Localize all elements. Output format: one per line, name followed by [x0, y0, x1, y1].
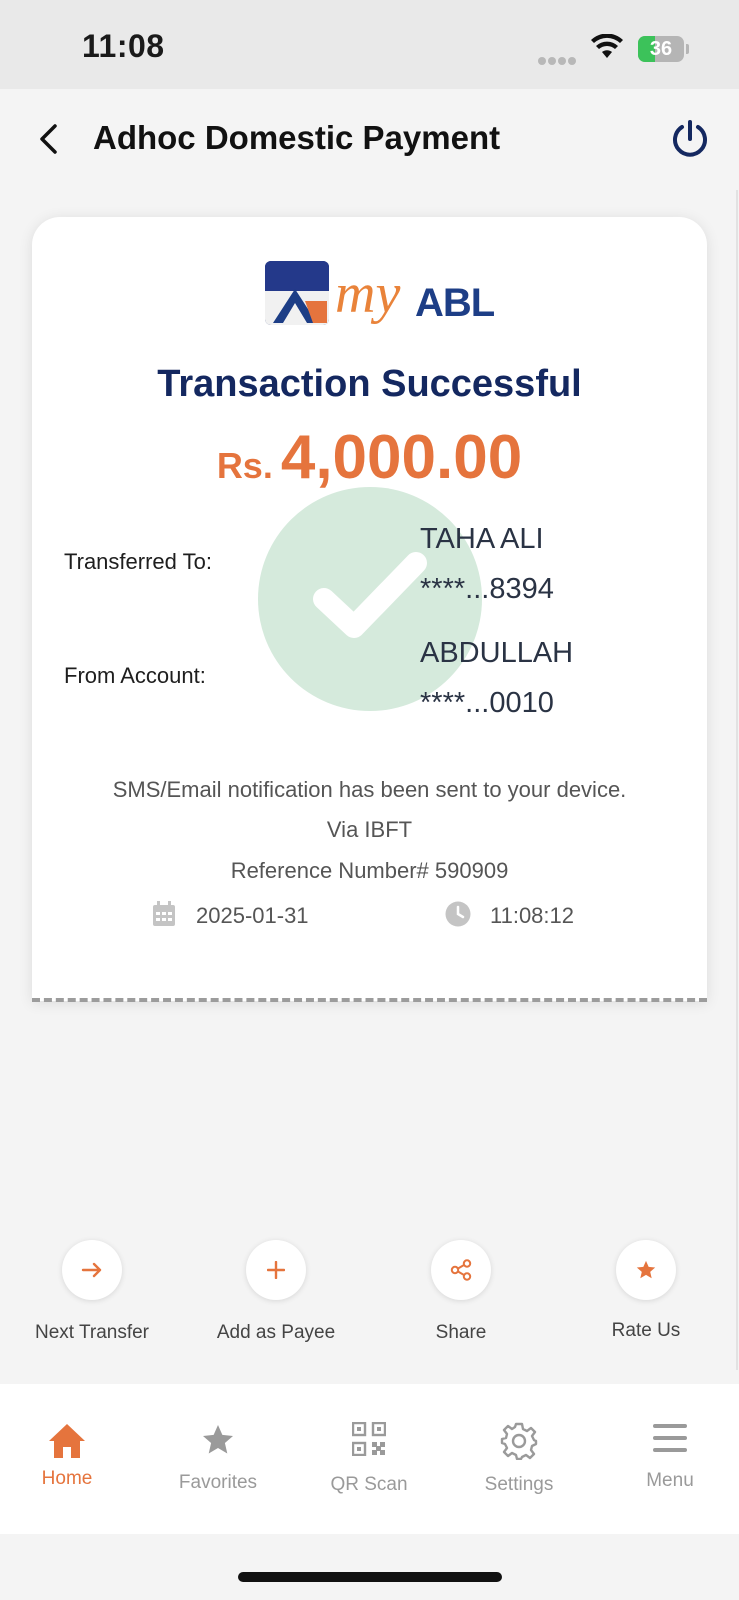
- cellular-signal-icon: [538, 52, 578, 70]
- chevron-left-icon: [40, 124, 57, 154]
- share-button[interactable]: [431, 1240, 491, 1300]
- from-account-number: ****...0010: [420, 687, 554, 719]
- clock-icon: [445, 901, 471, 932]
- plus-icon: [267, 1261, 285, 1279]
- home-icon: [0, 1422, 141, 1460]
- status-time: 11:08: [82, 28, 165, 64]
- scroll-track: [736, 190, 738, 1370]
- logo-text-abl: ABL: [415, 281, 495, 325]
- rate-us-button[interactable]: [616, 1240, 676, 1300]
- next-transfer-label: Next Transfer: [34, 1322, 150, 1343]
- tab-settings-label: Settings: [484, 1474, 554, 1495]
- from-account-name: ABDULLAH: [420, 637, 574, 669]
- logo-text-my: my: [335, 263, 401, 325]
- tab-qr-scan[interactable]: QR Scan: [295, 1384, 443, 1534]
- star-icon: [636, 1260, 656, 1279]
- amount: Rs. 4,000.00: [32, 422, 707, 493]
- tab-qr-scan-label: QR Scan: [330, 1474, 408, 1495]
- page-title: Adhoc Domestic Payment: [93, 119, 501, 156]
- home-indicator: [238, 1572, 502, 1582]
- wifi-icon: [590, 33, 624, 65]
- power-icon: [673, 120, 707, 157]
- next-transfer-button[interactable]: [62, 1240, 122, 1300]
- battery-icon: 36: [638, 36, 684, 62]
- back-button[interactable]: [30, 117, 66, 161]
- share-icon: [450, 1259, 472, 1281]
- app-header: Adhoc Domestic Payment: [0, 89, 739, 189]
- battery-level: 36: [649, 38, 673, 60]
- transferred-to-account: ****...8394: [420, 573, 554, 605]
- tab-favorites-label: Favorites: [178, 1472, 258, 1493]
- currency: Rs.: [216, 445, 273, 486]
- from-account-label: From Account:: [64, 663, 206, 688]
- success-title: Transaction Successful: [157, 363, 582, 405]
- arrow-right-icon: [81, 1262, 102, 1278]
- transaction-date: 2025-01-31: [196, 903, 309, 928]
- receipt-card: my ABL Transaction Successful Rs. 4,000.0…: [32, 217, 707, 1001]
- add-payee-action[interactable]: Add as Payee: [191, 1240, 361, 1344]
- rate-us-label: Rate Us: [611, 1320, 681, 1341]
- tab-favorites[interactable]: Favorites: [144, 1384, 292, 1534]
- status-bar: 11:08 36: [0, 0, 739, 89]
- via-text: Via IBFT: [326, 817, 413, 842]
- add-payee-button[interactable]: [246, 1240, 306, 1300]
- share-label: Share: [435, 1322, 487, 1343]
- tab-home-label: Home: [41, 1468, 93, 1489]
- transferred-to-name: TAHA ALI: [420, 523, 544, 555]
- star-icon: [144, 1422, 292, 1458]
- notification-text: SMS/Email notification has been sent to …: [112, 777, 627, 802]
- bottom-tab-bar: Home Favorites QR Scan Settings Menu: [0, 1384, 739, 1534]
- share-action[interactable]: Share: [376, 1240, 546, 1344]
- tab-menu[interactable]: Menu: [596, 1384, 739, 1534]
- calendar-icon: [152, 901, 176, 932]
- tab-menu-label: Menu: [646, 1470, 694, 1491]
- logo-emblem: [265, 261, 329, 325]
- myabl-logo: my ABL: [265, 261, 495, 331]
- battery-nub: [686, 44, 689, 54]
- qr-icon: [295, 1422, 443, 1456]
- tab-settings[interactable]: Settings: [445, 1384, 593, 1534]
- transaction-time: 11:08:12: [490, 903, 575, 928]
- add-payee-label: Add as Payee: [216, 1322, 336, 1343]
- amount-value: 4,000.00: [280, 423, 523, 492]
- tab-home[interactable]: Home: [0, 1384, 141, 1534]
- transferred-to-label: Transferred To:: [64, 549, 212, 574]
- hamburger-icon: [596, 1422, 739, 1454]
- receipt-tear-edge: [32, 998, 707, 1002]
- logout-button[interactable]: [668, 117, 716, 165]
- next-transfer-action[interactable]: Next Transfer: [7, 1240, 177, 1344]
- rate-us-action[interactable]: Rate Us: [561, 1240, 731, 1342]
- gear-icon: [445, 1422, 593, 1460]
- reference-number: Reference Number# 590909: [230, 858, 509, 883]
